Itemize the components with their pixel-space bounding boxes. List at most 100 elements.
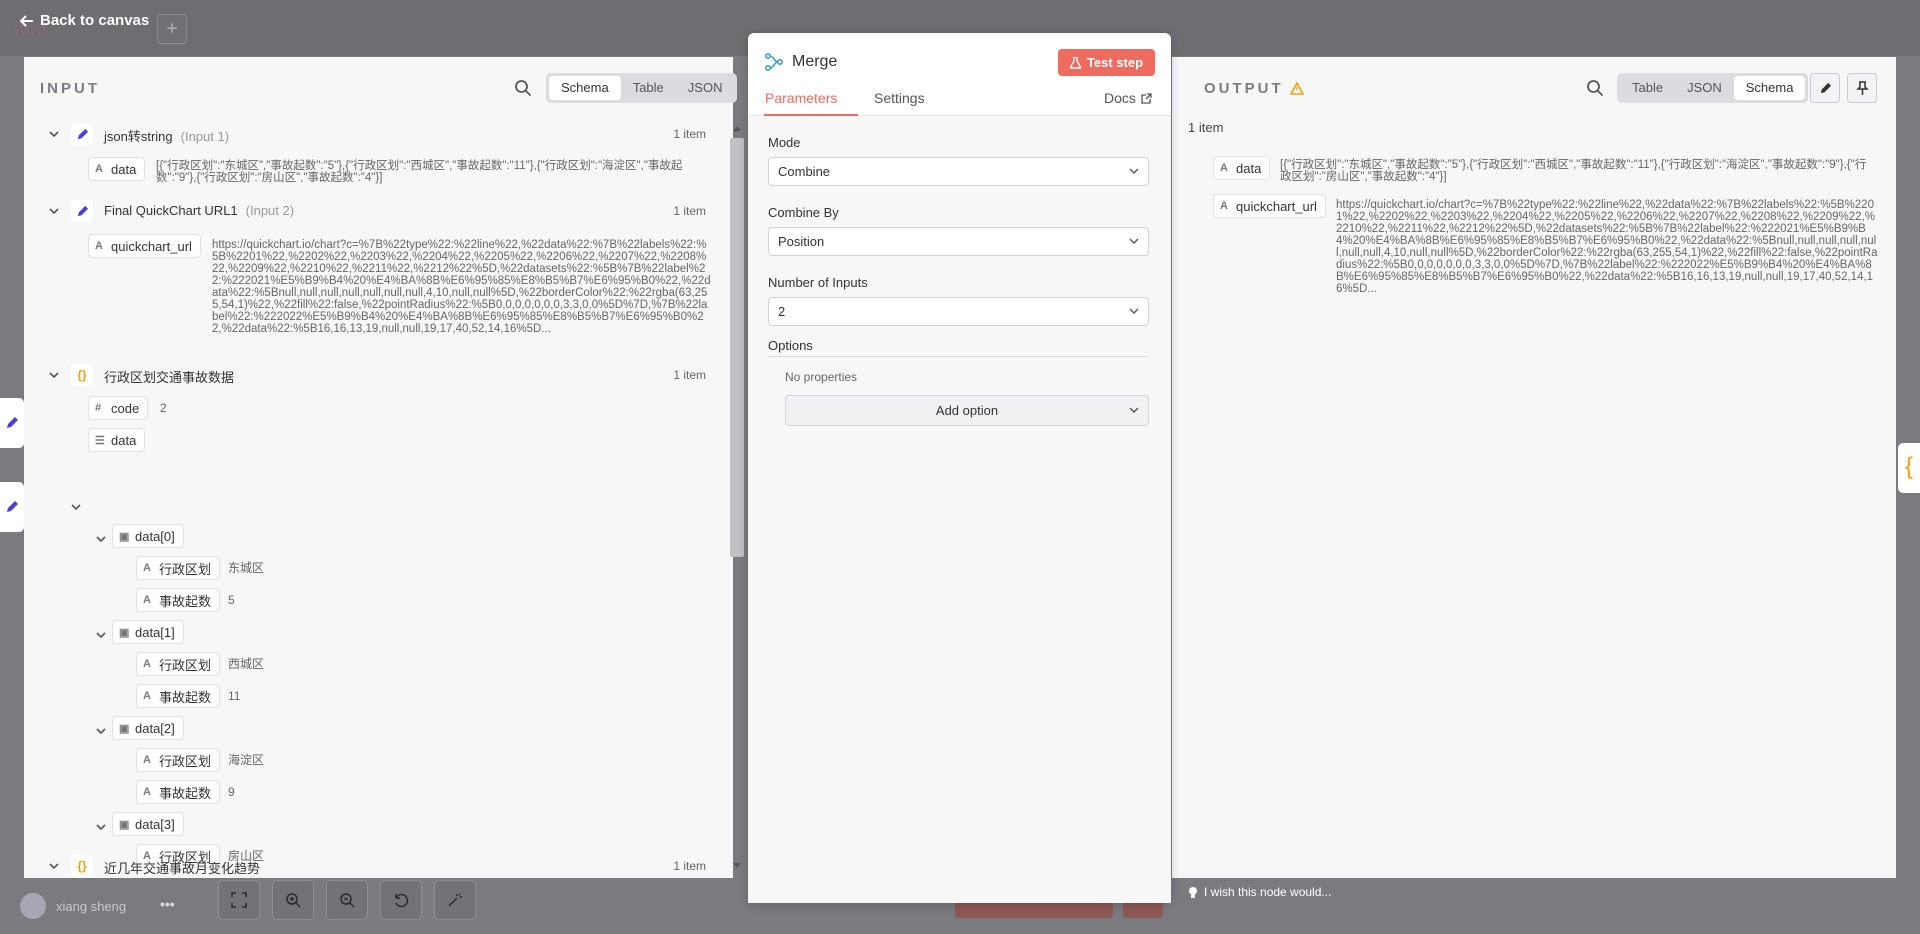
field-value: 2 — [160, 401, 167, 415]
search-icon[interactable] — [1586, 79, 1604, 97]
input-scrollbar-thumb[interactable] — [730, 138, 744, 557]
active-tab-indicator — [764, 114, 858, 116]
field-pill[interactable]: A 事故起数 — [136, 684, 221, 708]
output-tab-table[interactable]: Table — [1620, 76, 1675, 100]
field-pill-data-list[interactable]: ☰ data — [88, 428, 146, 452]
add-option-button[interactable]: Add option — [785, 395, 1149, 426]
item-label: data[1] — [135, 624, 175, 640]
field-value: 5 — [228, 593, 235, 607]
field-key: quickchart_url — [111, 238, 192, 254]
field-pill[interactable]: A 事故起数 — [136, 588, 221, 612]
output-field-value: https://quickchart.io/chart?c=%7B%22type… — [1336, 199, 1878, 295]
warning-icon — [1289, 81, 1304, 95]
node-name: json转string (Input 1) — [104, 126, 229, 145]
field-pill[interactable]: A 行政区划 — [136, 748, 221, 772]
item-pill[interactable]: ▣ data[1] — [112, 620, 184, 644]
zoom-in-button[interactable] — [272, 880, 314, 920]
back-to-canvas-button[interactable]: Back to canvas — [20, 12, 149, 29]
node-title[interactable]: Merge — [792, 53, 837, 71]
node-name: Final QuickChart URL1 (Input 2) — [104, 203, 294, 218]
edit-output-button[interactable] — [1810, 73, 1840, 103]
user-menu[interactable]: xiang sheng — [20, 893, 126, 919]
output-tab-schema[interactable]: Schema — [1733, 76, 1806, 100]
node-json-string[interactable]: json转string (Input 1) 1 item — [24, 119, 724, 149]
output-tab-json[interactable]: JSON — [1675, 76, 1734, 100]
node-name: 行政区划交通事故数据 — [104, 370, 235, 385]
scroll-up-icon[interactable] — [732, 124, 742, 132]
left-edit-tab[interactable] — [0, 398, 24, 448]
add-node-button[interactable]: + — [157, 14, 187, 44]
chevron-down-icon[interactable] — [96, 630, 106, 640]
node-monthly-trend[interactable]: {} 近几年交通事故月变化趋势 1 item — [24, 855, 724, 877]
mode-select[interactable]: Combine — [768, 157, 1149, 186]
parameters-panel: Mode Combine Combine By ⋮ Position Numbe… — [748, 117, 1171, 903]
output-title: OUTPUT — [1204, 79, 1284, 97]
field-key: 行政区划 — [159, 753, 212, 769]
field-pill-quickchart-url[interactable]: Aquickchart_url — [88, 234, 201, 258]
arrow-left-icon — [20, 14, 33, 27]
user-name: xiang sheng — [56, 898, 127, 914]
number-of-inputs-label: Number of Inputs — [768, 275, 868, 290]
number-of-inputs-select[interactable]: 2 — [768, 297, 1149, 326]
options-label: Options — [768, 338, 813, 353]
item-pill[interactable]: ▣ data[3] — [112, 812, 184, 836]
string-type-icon: A — [143, 594, 151, 606]
field-pill[interactable]: A 行政区划 — [136, 652, 221, 676]
output-field-pill-quickchart-url[interactable]: Aquickchart_url — [1213, 194, 1326, 218]
node-final-quickchart-url[interactable]: Final QuickChart URL1 (Input 2) 1 item — [24, 196, 724, 226]
search-icon[interactable] — [514, 79, 532, 97]
chevron-down-icon — [49, 863, 59, 870]
item-label: data[3] — [135, 816, 175, 832]
docs-link[interactable]: Docs — [1104, 90, 1152, 106]
tab-parameters[interactable]: Parameters — [765, 90, 837, 106]
input-tab-json[interactable]: JSON — [676, 76, 735, 100]
field-key: data — [1236, 160, 1262, 176]
left-edit-tab-2[interactable] — [0, 482, 24, 532]
item-count: 1 item — [673, 204, 706, 218]
node-name-text: json转string — [104, 129, 173, 144]
output-field-pill-data[interactable]: Adata — [1213, 156, 1271, 180]
tab-settings[interactable]: Settings — [874, 90, 925, 106]
item-pill[interactable]: ▣ data[2] — [112, 716, 184, 740]
string-type-icon: A — [143, 690, 151, 702]
chevron-down-icon[interactable] — [71, 502, 81, 512]
output-field-value: [{"行政区划":"东城区","事故起数":"5"},{"行政区划":"西城区"… — [1280, 159, 1867, 183]
fit-view-button[interactable] — [218, 880, 260, 920]
field-pill[interactable]: A 事故起数 — [136, 780, 221, 804]
flask-icon — [1069, 56, 1081, 69]
cube-icon: ▣ — [119, 626, 130, 639]
combine-by-select[interactable]: Position — [768, 227, 1149, 256]
chevron-down-icon[interactable] — [96, 822, 106, 832]
test-step-button[interactable]: Test step — [1058, 49, 1155, 76]
string-type-icon: A — [1220, 162, 1228, 174]
item-count: 1 item — [673, 127, 706, 141]
item-pill[interactable]: ▣ data[0] — [112, 524, 184, 548]
scroll-down-icon[interactable] — [732, 862, 742, 870]
tidy-up-button[interactable] — [434, 880, 476, 920]
item-label: data[0] — [135, 528, 175, 544]
string-type-icon: A — [143, 754, 151, 766]
right-code-tab[interactable]: { — [1898, 443, 1920, 493]
input-tab-schema[interactable]: Schema — [549, 76, 621, 100]
node-district-accident-data[interactable]: {} 行政区划交通事故数据 1 item — [24, 360, 724, 390]
zoom-in-icon — [286, 893, 301, 908]
pencil-icon — [1820, 82, 1831, 93]
more-options-button[interactable]: ••• — [160, 896, 175, 912]
combine-by-label: Combine By — [768, 205, 839, 220]
pin-data-button[interactable] — [1847, 73, 1877, 103]
feedback-link[interactable]: I wish this node would... — [1188, 885, 1331, 899]
pencil-icon — [7, 417, 18, 428]
field-pill[interactable]: A 行政区划 — [136, 556, 221, 580]
input-tab-table[interactable]: Table — [621, 76, 676, 100]
node-input-index: (Input 1) — [180, 129, 230, 144]
field-pill-code[interactable]: # code — [88, 396, 149, 420]
feedback-label: I wish this node would... — [1204, 885, 1332, 899]
undo-button[interactable] — [380, 880, 422, 920]
chevron-down-icon[interactable] — [96, 726, 106, 736]
zoom-out-button[interactable] — [326, 880, 368, 920]
string-type-icon: A — [143, 786, 151, 798]
list-icon: ☰ — [95, 434, 105, 447]
chevron-down-icon[interactable] — [96, 534, 106, 544]
field-pill-data[interactable]: Adata — [88, 157, 146, 181]
chevron-down-icon — [1129, 407, 1139, 413]
